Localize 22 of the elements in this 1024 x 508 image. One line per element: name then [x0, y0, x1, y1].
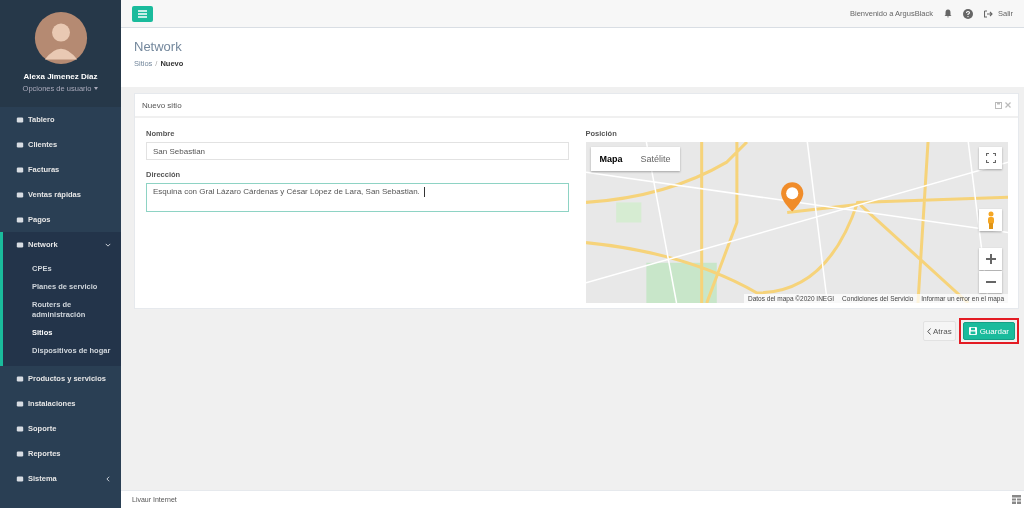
- logout-icon: [984, 9, 993, 18]
- map-type-tab[interactable]: Satélite: [631, 147, 680, 171]
- avatar: [33, 11, 88, 65]
- person-icon: [986, 211, 995, 229]
- map-type-tab[interactable]: Mapa: [590, 147, 632, 171]
- zoom-out-button[interactable]: [979, 271, 1002, 293]
- address-textarea[interactable]: Esquina con Gral Lázaro Cárdenas y César López de Lara, San Sebastian.: [146, 183, 569, 212]
- fullscreen-button[interactable]: [979, 147, 1002, 169]
- panel-title: Nuevo sitio: [142, 100, 182, 110]
- chevron-left-icon: [926, 327, 931, 335]
- name-input[interactable]: San Sebastian: [146, 142, 569, 160]
- table-icon: [1012, 495, 1021, 504]
- floppy-icon: [968, 327, 977, 335]
- menu-icon: [138, 9, 147, 18]
- user-name: Alexa Jimenez Díaz: [23, 72, 98, 81]
- plus-icon: [985, 254, 996, 264]
- back-button[interactable]: Atras: [922, 321, 956, 341]
- zoom-in-button[interactable]: [979, 248, 1002, 270]
- page-title: Network: [134, 39, 183, 54]
- fullscreen-icon: [985, 153, 996, 163]
- bell-icon[interactable]: [944, 9, 952, 18]
- help-icon[interactable]: [963, 8, 973, 19]
